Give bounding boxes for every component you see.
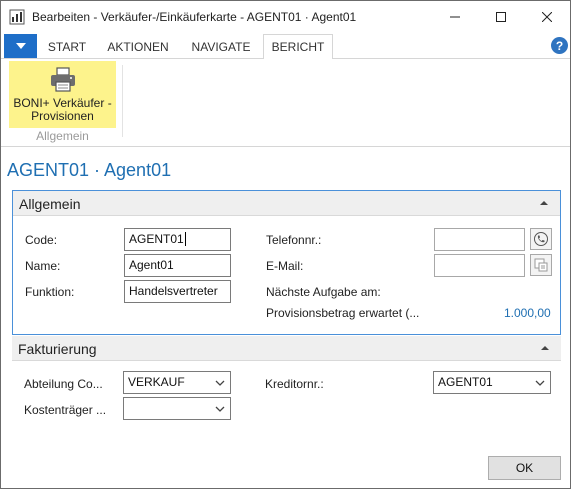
close-icon [542, 11, 552, 22]
cost-center-dropdown[interactable] [123, 397, 231, 420]
phone-icon [534, 232, 548, 246]
department-dropdown[interactable]: VERKAUF [123, 371, 231, 394]
creditor-dropdown[interactable]: AGENT01 [433, 371, 551, 394]
commission-report-label: BONI+ Verkäufer - Provisionen [13, 96, 112, 123]
tab-bericht[interactable]: BERICHT [263, 34, 333, 60]
help-icon[interactable]: ? [551, 37, 568, 54]
fasttab-invoicing-header[interactable]: Fakturierung [12, 336, 561, 361]
tab-aktionen[interactable]: AKTIONEN [97, 34, 179, 59]
code-label: Code: [25, 233, 58, 247]
printer-icon [50, 67, 75, 92]
chevron-down-icon [215, 406, 225, 412]
chevron-down-icon [215, 380, 225, 386]
email-label: E-Mail: [266, 259, 304, 273]
email-icon [534, 258, 548, 272]
email-send-button[interactable] [530, 254, 552, 276]
maximize-icon [496, 11, 506, 22]
commission-report-button[interactable]: BONI+ Verkäufer - Provisionen [9, 61, 116, 128]
collapse-icon[interactable] [538, 197, 550, 209]
creditor-label: Kreditornr.: [265, 377, 324, 391]
app-icon [9, 9, 25, 25]
dialog-window: Bearbeiten - Verkäufer-/Einkäuferkarte -… [0, 0, 571, 489]
department-value: VERKAUF [128, 375, 185, 389]
ribbon-panel: BONI+ Verkäufer - Provisionen Allgemein [1, 59, 570, 147]
fasttab-general: Allgemein Code: AGENT01 Name: Agent01 Fu… [12, 190, 561, 335]
application-menu-button[interactable] [4, 34, 37, 58]
code-field[interactable]: AGENT01 [124, 228, 231, 251]
page-title: AGENT01 · Agent01 [7, 160, 172, 180]
close-button[interactable] [524, 1, 570, 32]
cost-center-label: Kostenträger ... [24, 403, 107, 417]
ribbon-group-label: Allgemein [36, 129, 89, 143]
name-field[interactable]: Agent01 [124, 254, 231, 277]
phone-call-button[interactable] [530, 228, 552, 250]
next-task-label: Nächste Aufgabe am: [266, 285, 381, 299]
commission-value[interactable]: 1.000,00 [504, 306, 551, 320]
phone-field[interactable] [434, 228, 525, 251]
collapse-icon[interactable] [539, 342, 551, 354]
function-field[interactable]: Handelsvertreter [124, 280, 231, 303]
commission-label: Provisionsbetrag erwartet (... [266, 306, 420, 320]
window-title: Bearbeiten - Verkäufer-/Einkäuferkarte -… [32, 10, 357, 24]
function-label: Funktion: [25, 285, 75, 299]
fasttab-invoicing-title: Fakturierung [18, 341, 97, 357]
tab-navigate[interactable]: NAVIGATE [183, 34, 259, 59]
minimize-button[interactable] [432, 1, 478, 32]
maximize-button[interactable] [478, 1, 524, 32]
chevron-down-icon [15, 43, 26, 49]
tab-start[interactable]: START [41, 34, 93, 59]
ribbon-tab-bar: START AKTIONEN NAVIGATE BERICHT ? [1, 32, 570, 60]
code-value: AGENT01 [129, 232, 184, 246]
minimize-icon [450, 16, 460, 17]
department-label: Abteilung Co... [24, 377, 103, 391]
title-bar: Bearbeiten - Verkäufer-/Einkäuferkarte -… [1, 1, 570, 32]
chevron-down-icon [535, 380, 545, 386]
fasttab-general-header[interactable]: Allgemein [13, 191, 560, 216]
email-field[interactable] [434, 254, 525, 277]
creditor-value: AGENT01 [438, 375, 493, 389]
text-cursor [184, 232, 186, 246]
ok-button[interactable]: OK [488, 456, 561, 480]
name-label: Name: [25, 259, 61, 273]
fasttab-invoicing: Fakturierung [12, 336, 561, 366]
ribbon-divider [122, 65, 123, 137]
fasttab-general-title: Allgemein [19, 196, 81, 212]
phone-label: Telefonnr.: [266, 233, 322, 247]
